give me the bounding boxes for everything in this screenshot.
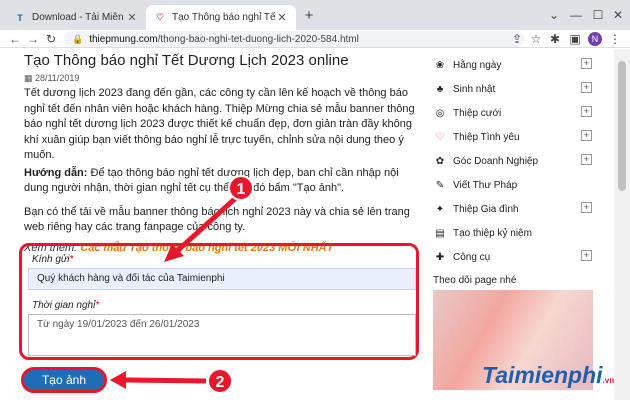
sidebar-item-memorial[interactable]: ▤ Tạo thiệp kỷ niệm	[433, 221, 598, 245]
arrow-2-head	[110, 371, 126, 389]
expand-icon[interactable]: +	[581, 250, 592, 261]
arrow-2-line	[121, 377, 207, 384]
sidebar-item-tools[interactable]: ✚ Công cụ +	[433, 245, 598, 269]
extensions-icon[interactable]: ✱	[546, 30, 564, 48]
expand-icon[interactable]: +	[581, 202, 592, 213]
rings-icon: ◎	[435, 107, 445, 119]
follow-title: Theo dõi page nhé	[433, 275, 517, 286]
sun-icon: ❀	[435, 59, 445, 71]
album-icon: ▤	[435, 227, 445, 239]
cake-icon: ♣	[436, 83, 444, 95]
calendar-icon: ▦	[24, 73, 36, 83]
sidebar-item-business[interactable]: ✿ Góc Doanh Nghiệp +	[433, 149, 598, 173]
article: Tạo Thông báo nghỉ Tết Dương Lịch 2023 o…	[24, 52, 424, 254]
time-label: Thời gian nghỉ*	[32, 300, 100, 311]
tab-title: Download - Tải Miễn Phí VN - Ph	[32, 12, 126, 23]
category-sidebar: ❀ Hằng ngày + ♣ Sinh nhật + ◎ Thiệp cưới + ♡ Th…	[433, 53, 598, 390]
sidebar-item-label: Công cụ	[453, 251, 491, 263]
url-path: /thong-bao-nghi-tet-duong-lich-2020-584.…	[157, 33, 359, 45]
back-icon[interactable]: ←	[6, 30, 24, 48]
recipient-input[interactable]: Quý khách hàng và đối tác của Taimienphi	[28, 268, 416, 290]
sidebar-item-daily[interactable]: ❀ Hằng ngày +	[433, 53, 598, 77]
step-2-badge: 2	[207, 368, 233, 394]
taimienphi-favicon-icon: T	[17, 12, 23, 23]
sidebar-item-label: Sinh nhật	[453, 83, 496, 95]
intro-paragraph: Tết dương lịch 2023 đang đến gần, các cô…	[24, 87, 415, 161]
heart-favicon-icon: ♡	[155, 12, 165, 22]
share-icon[interactable]: ⇪	[508, 30, 526, 48]
sidebar-item-label: Tạo thiệp kỷ niệm	[453, 227, 532, 239]
create-image-button[interactable]: Tạo ảnh	[21, 367, 107, 393]
heart-icon: ♡	[435, 131, 445, 143]
watermark-brand: Taimienphi	[482, 362, 603, 388]
expand-icon[interactable]: +	[581, 106, 592, 117]
date-text: 28/11/2019	[35, 73, 80, 83]
lock-icon: 🔒	[72, 33, 84, 44]
sidebar-item-label: Viết Thư Pháp	[453, 179, 518, 191]
chevron-down-icon[interactable]: ⌄	[542, 5, 566, 25]
expand-icon[interactable]: +	[581, 154, 592, 165]
forward-icon[interactable]: →	[24, 30, 42, 48]
sidepanel-icon[interactable]: ▣	[566, 30, 584, 48]
sidebar-item-family[interactable]: ✦ Thiệp Gia đình +	[433, 197, 598, 221]
page-title: Tạo Thông báo nghỉ Tết Dương Lịch 2023 o…	[24, 52, 349, 69]
sidebar-item-calligraphy[interactable]: ✎ Viết Thư Pháp	[433, 173, 598, 197]
address-bar[interactable]: 🔒 thiepmung.com/thong-bao-nghi-tet-duong…	[64, 31, 524, 47]
expand-icon[interactable]: +	[581, 58, 592, 69]
expand-icon[interactable]: +	[581, 130, 592, 141]
sidebar-item-label: Góc Doanh Nghiệp	[453, 155, 539, 167]
close-icon[interactable]: ✕	[276, 11, 288, 24]
tab-active[interactable]: ♡ Tạo Thông báo nghỉ Tết Dương lị ✕	[146, 5, 296, 30]
step-1-badge: 1	[228, 175, 254, 201]
sidebar-item-label: Thiệp Gia đình	[453, 203, 519, 215]
sidebar-item-love[interactable]: ♡ Thiệp Tình yêu +	[433, 125, 598, 149]
guide-paragraph: Hướng dẫn: Để tạo thông báo nghỉ tết dươ…	[24, 166, 424, 197]
guide-label: Hướng dẫn:	[24, 166, 88, 179]
brush-icon: ✎	[435, 179, 445, 191]
tab-strip: T Download - Tải Miễn Phí VN - Ph ✕ ♡ Tạ…	[0, 0, 630, 30]
scrollbar[interactable]	[614, 49, 630, 400]
gift-icon: ✿	[435, 155, 445, 167]
menu-kebab-icon[interactable]: ⋮	[606, 30, 624, 48]
share-paragraph: Bạn có thể tải về mẫu banner thông báo l…	[24, 205, 410, 234]
family-icon: ✦	[435, 203, 445, 215]
bookmark-star-icon[interactable]: ☆	[527, 30, 545, 48]
expand-icon[interactable]: +	[581, 82, 592, 93]
tools-icon: ✚	[435, 251, 445, 263]
publish-date: ▦ 28/11/2019	[24, 73, 424, 84]
sidebar-item-label: Hằng ngày	[453, 59, 502, 71]
sidebar-item-label: Thiệp Tình yêu	[453, 131, 520, 143]
sidebar-item-label: Thiệp cưới	[453, 107, 502, 119]
minimize-icon[interactable]: —	[564, 5, 588, 25]
url-host: thiepmung.com	[89, 33, 158, 45]
close-icon[interactable]: ✕	[126, 11, 138, 24]
reload-icon[interactable]: ↻	[42, 30, 60, 48]
sidebar-item-wedding[interactable]: ◎ Thiệp cưới +	[433, 101, 598, 125]
tab-title: Tạo Thông báo nghỉ Tết Dương lị	[172, 12, 276, 23]
browser-toolbar: ← → ↻ 🔒 thiepmung.com/thong-bao-nghi-tet…	[0, 30, 630, 48]
scrollbar-thumb[interactable]	[618, 61, 626, 191]
notice-form: Kính gửi* Quý khách hàng và đối tác của …	[19, 243, 419, 360]
watermark-logo: Taimienphi.vn	[482, 362, 614, 389]
profile-avatar[interactable]: N	[588, 32, 602, 46]
window-close-icon[interactable]: ✕	[606, 5, 630, 25]
tab-download[interactable]: T Download - Tải Miễn Phí VN - Ph ✕	[6, 5, 146, 30]
new-tab-button[interactable]: +	[300, 7, 318, 25]
sidebar-item-birthday[interactable]: ♣ Sinh nhật +	[433, 77, 598, 101]
time-textarea[interactable]: Từ ngày 19/01/2023 đến 26/01/2023	[28, 314, 416, 356]
watermark-suffix: .vn	[602, 376, 615, 385]
recipient-label: Kính gửi*	[32, 254, 74, 265]
